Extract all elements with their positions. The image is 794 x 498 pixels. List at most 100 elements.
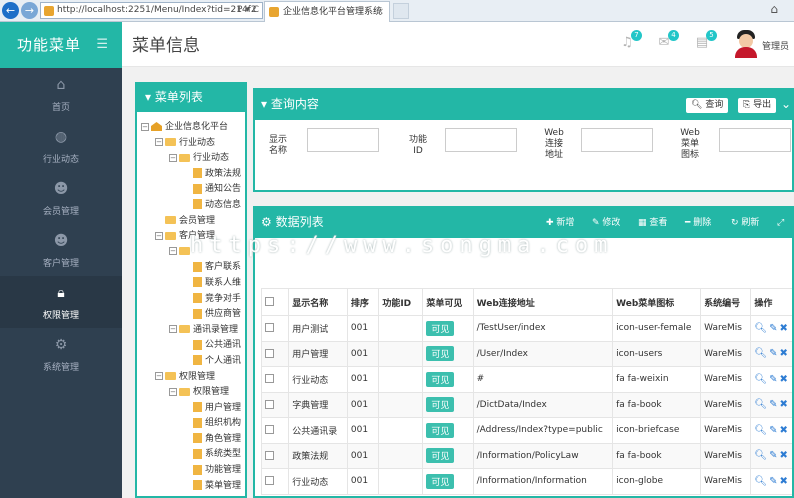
view-icon[interactable]: 🔍︎ [754,323,769,334]
tree-node[interactable]: 政策法规 [137,167,245,183]
edit-icon[interactable]: ✎ [769,399,779,410]
query-field-input[interactable] [307,128,379,152]
row-checkbox[interactable] [265,425,274,435]
collapse-icon[interactable]: ⌄ [781,90,791,119]
tree-node[interactable]: 菜单管理 [137,479,245,495]
tree-toggle-icon[interactable]: − [141,122,149,131]
column-header[interactable]: 操作 [750,288,792,316]
tree-node[interactable]: 通知公告 [137,182,245,198]
row-checkbox[interactable] [265,323,274,333]
tree-toggle-icon[interactable]: − [155,372,163,380]
table-row[interactable]: 政策法规 001 可见/Information/PolicyLaw fa fa-boo… [260,442,792,469]
table-row[interactable]: 公共通讯录 001 可见/Address/Index?type=public icon… [260,417,792,444]
view-icon[interactable]: 🔍︎ [754,476,769,487]
export-button[interactable]: ⎘ 导出 [738,98,777,113]
tree-node[interactable]: − 权限管理 [137,370,245,386]
delete-icon[interactable]: ✖ [780,450,790,461]
tree-node[interactable]: 动态信息 [137,198,245,214]
sidebar-item-2[interactable]: ☻ 会员管理 [0,172,122,224]
edit-icon[interactable]: ✎ [769,425,779,436]
row-checkbox[interactable] [265,374,274,384]
tasks-icon[interactable]: ▤ 5 [694,30,717,51]
tree-toggle-icon[interactable]: − [169,153,177,162]
search-button[interactable]: 🔍︎ 查询 [686,98,729,113]
sidebar-item-0[interactable]: ⌂ 首页 [0,68,122,120]
hamburger-icon[interactable]: ☰ [96,22,108,68]
view-icon[interactable]: 🔍︎ [754,374,769,385]
row-checkbox[interactable] [265,348,274,358]
tab-close-icon[interactable]: × [376,2,384,22]
back-icon[interactable]: ← [2,2,19,19]
tree-node[interactable]: 功能管理 [137,463,245,479]
tree-node[interactable]: 角色管理 [137,432,245,448]
column-header[interactable]: Web连接地址 [472,288,614,316]
sidebar-item-3[interactable]: ☻ 客户管理 [0,224,122,276]
forward-icon[interactable]: → [21,2,38,19]
table-row[interactable]: 用户管理 001 可见/User/Index icon-users WareMis 🔍︎✎… [260,340,792,367]
query-field-input[interactable] [581,128,653,152]
delete-icon[interactable]: ✖ [780,374,790,385]
delete-icon[interactable]: ✖ [780,425,790,436]
tree-node[interactable]: − 企业信息化平台 [137,120,245,136]
row-checkbox[interactable] [265,399,274,409]
edit-icon[interactable]: ✎ [769,348,779,359]
delete-icon[interactable]: ✖ [780,323,790,334]
column-header[interactable]: 功能ID [378,288,424,316]
tree-node[interactable]: − 行业动态 [137,136,245,152]
avatar[interactable] [733,28,759,58]
view-icon[interactable]: 🔍︎ [754,450,769,461]
tree-node[interactable]: 联系人维 [137,276,245,292]
tree-node[interactable]: − 通讯录管理 [137,323,245,339]
tree-toggle-icon[interactable]: − [155,138,163,147]
view-icon[interactable]: 🔍︎ [754,399,769,410]
tree-node[interactable]: − 权限管理 [137,385,245,401]
delete-button[interactable]: ━ 删除 [685,208,711,238]
table-row[interactable]: 行业动态 001 可见 # fa fa-weixin WareMis 🔍︎✎✖ [260,366,792,393]
home-icon[interactable]: ⌂ [770,2,778,16]
tree-node[interactable]: 公共通讯 [137,338,245,354]
table-row[interactable]: 字典管理 001 可见/DictData/Index fa fa-book WareMi… [260,391,792,418]
mail-icon[interactable]: ✉ 4 [656,30,679,51]
table-row[interactable]: 用户测试 001 可见/TestUser/index icon-user-female… [260,315,792,342]
tree-toggle-icon[interactable]: − [169,387,177,396]
sidebar-item-4[interactable]: 🔒︎ 权限管理 [0,276,122,328]
edit-icon[interactable]: ✎ [769,374,779,385]
query-field-input[interactable] [719,128,791,152]
tree-node[interactable]: 供应商管 [137,307,245,323]
column-header[interactable]: 排序 [346,288,380,316]
edit-icon[interactable]: ✎ [769,323,779,334]
fullscreen-icon[interactable]: ⤢ [777,208,784,238]
tree-toggle-icon[interactable]: − [169,325,177,334]
tree-node[interactable]: 用户管理 [137,401,245,417]
delete-icon[interactable]: ✖ [780,476,790,487]
edit-icon[interactable]: ✎ [769,450,779,461]
browser-tab[interactable]: 企业信息化平台管理系统 × [264,1,390,22]
view-icon[interactable]: 🔍︎ [754,348,769,359]
tree-node[interactable]: 竞争对手 [137,292,245,308]
tree-node[interactable]: − 行业动态 [137,151,245,167]
new-tab-button[interactable] [393,3,409,19]
tree-toggle-icon[interactable]: − [155,231,163,240]
address-bar[interactable]: http://localhost:2251/Menu/Index?tid=214… [40,2,263,19]
column-header[interactable]: Web菜单图标 [612,288,702,316]
row-checkbox[interactable] [265,476,274,486]
view-icon[interactable]: 🔍︎ [754,425,769,436]
tree-toggle-icon[interactable]: − [169,247,177,256]
tree-node[interactable]: 系统类型 [137,447,245,463]
view-button[interactable]: ▦ 查看 [638,208,667,238]
tree-node[interactable]: 会员管理 [137,214,245,230]
bell-icon[interactable]: ♫ 7 [619,30,642,51]
column-header[interactable]: 菜单可见 [422,288,474,316]
table-row[interactable]: 行业动态 001 可见/Information/Information icon-gl… [260,468,792,495]
select-all-checkbox[interactable] [265,297,274,306]
user-name[interactable]: 管理员 [762,39,789,52]
sidebar-item-1[interactable]: ◍ 行业动态 [0,120,122,172]
tree-node[interactable]: 组织机构 [137,416,245,432]
row-checkbox[interactable] [265,450,274,460]
edit-icon[interactable]: ✎ [769,476,779,487]
tree-node[interactable]: 客户联系 [137,260,245,276]
address-actions[interactable]: P ▾ C [237,3,259,18]
delete-icon[interactable]: ✖ [780,399,790,410]
column-header[interactable]: 系统编号 [700,288,752,316]
query-field-input[interactable] [445,128,517,152]
